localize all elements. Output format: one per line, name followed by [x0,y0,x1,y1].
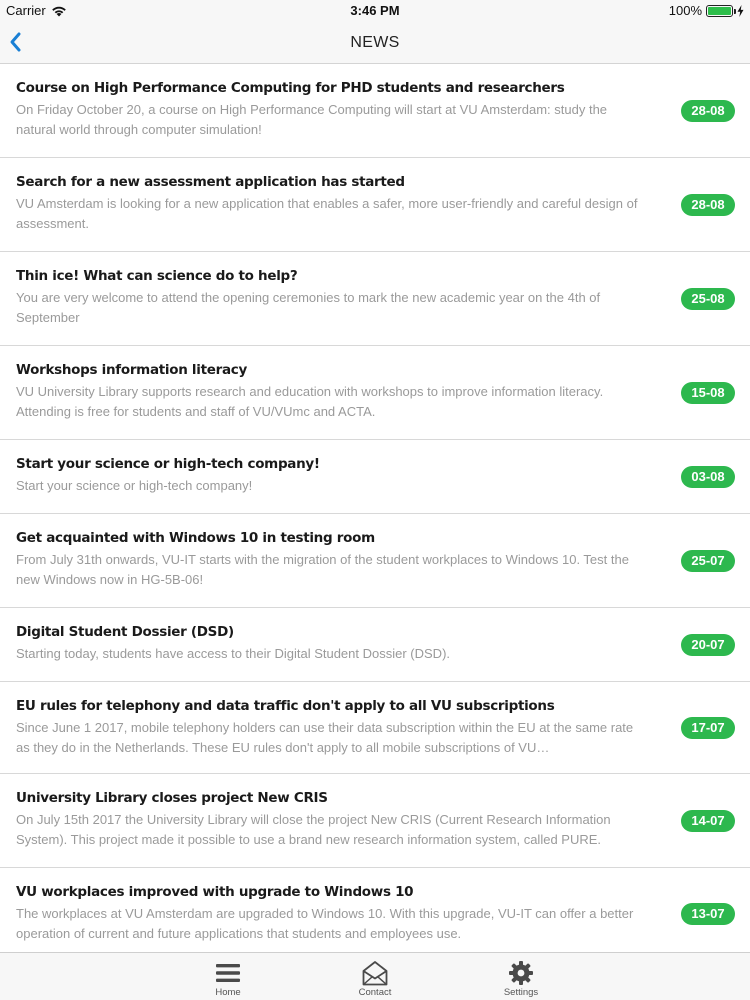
date-badge: 17-07 [681,716,735,739]
status-bar: Carrier 3:46 PM 100% [0,0,750,22]
news-title: Digital Student Dossier (DSD) [16,624,234,640]
news-summary: Starting today, students have access to … [16,646,451,661]
menu-icon [216,964,240,982]
tab-settings-label: Settings [503,987,539,998]
status-right: 100% [669,3,744,18]
page-title: NEWS [350,34,400,51]
news-summary: VU Amsterdam is looking for a new applic… [16,196,638,231]
news-item[interactable]: Digital Student Dossier (DSD) Starting t… [0,608,750,682]
news-item[interactable]: Get acquainted with Windows 10 in testin… [0,514,750,608]
news-summary: Since June 1 2017, mobile telephony hold… [16,720,634,755]
navigation-bar: NEWS [0,22,750,64]
date-badge: 25-07 [681,549,735,572]
news-title: Thin ice! What can science do to help? [16,268,298,284]
news-summary: From July 31th onwards, VU-IT starts wit… [16,552,629,587]
date-badge: 28-08 [681,99,735,122]
news-item[interactable]: Course on High Performance Computing for… [0,64,750,158]
date-badge: 28-08 [681,193,735,216]
tab-contact-label: Contact [358,987,392,998]
news-summary: You are very welcome to attend the openi… [16,290,601,325]
tab-contact[interactable]: Contact [335,953,415,1000]
news-item[interactable]: Search for a new assessment application … [0,158,750,252]
battery-fill [708,6,731,15]
envelope-icon [362,961,388,986]
news-summary: Start your science or high-tech company! [16,478,253,493]
news-summary: On Friday October 20, a course on High P… [16,102,608,137]
news-title: Course on High Performance Computing for… [16,80,565,96]
news-item[interactable]: Workshops information literacy VU Univer… [0,346,750,440]
news-item[interactable]: Start your science or high-tech company!… [0,440,750,514]
tab-home-label: Home [215,987,241,998]
news-title: Start your science or high-tech company! [16,456,320,472]
date-badge: 03-08 [681,465,735,488]
news-title: Get acquainted with Windows 10 in testin… [16,530,375,546]
date-badge: 20-07 [681,633,735,656]
news-summary: VU University Library supports research … [16,384,604,419]
charging-bolt-icon [737,4,744,17]
news-summary: On July 15th 2017 the University Library… [16,812,611,847]
news-item[interactable]: University Library closes project New CR… [0,774,750,868]
date-badge: 25-08 [681,287,735,310]
tab-home[interactable]: Home [188,953,268,1000]
date-badge: 15-08 [681,381,735,404]
tab-settings[interactable]: Settings [481,953,561,1000]
battery-icon [706,4,736,17]
news-title: EU rules for telephony and data traffic … [16,698,555,714]
news-item[interactable]: EU rules for telephony and data traffic … [0,682,750,774]
date-badge: 13-07 [681,902,735,925]
news-item[interactable]: VU workplaces improved with upgrade to W… [0,868,750,952]
news-summary: The workplaces at VU Amsterdam are upgra… [16,906,634,941]
date-badge: 14-07 [681,809,735,832]
news-item[interactable]: Thin ice! What can science do to help? Y… [0,252,750,346]
news-title: VU workplaces improved with upgrade to W… [16,884,414,900]
news-list[interactable]: Course on High Performance Computing for… [0,64,750,952]
news-title: University Library closes project New CR… [16,790,328,806]
gear-icon [509,961,533,985]
status-time: 3:46 PM [350,3,400,18]
news-title: Workshops information literacy [16,362,247,378]
tab-bar: Home Contact Settings [0,952,750,1000]
battery-percent: 100% [668,3,702,18]
news-title: Search for a new assessment application … [16,174,405,190]
